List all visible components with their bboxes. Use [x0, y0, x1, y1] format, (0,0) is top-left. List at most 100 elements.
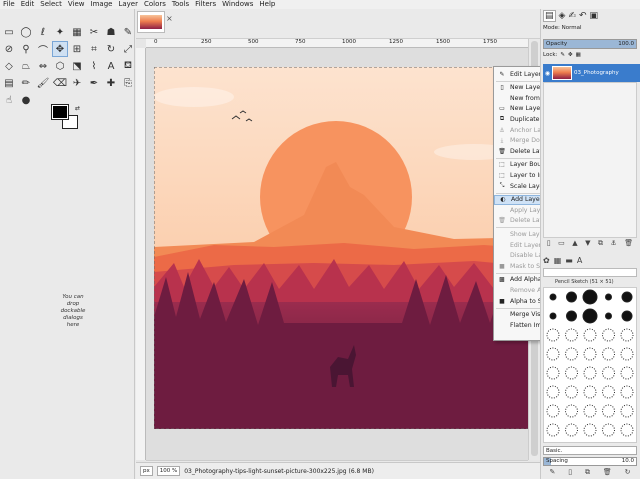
brush-thumbnail[interactable]: [546, 347, 560, 361]
duplicate-brush-icon[interactable]: ⧉: [585, 468, 590, 478]
brush-thumbnail[interactable]: [583, 328, 597, 342]
brush-thumbnail[interactable]: [602, 347, 615, 361]
new-layer-icon[interactable]: ▯: [547, 239, 551, 249]
edit-brush-icon[interactable]: ✎: [549, 468, 555, 478]
lock-position-icon[interactable]: ✥: [568, 52, 573, 58]
patterns-tab-icon[interactable]: ▦: [554, 256, 562, 265]
unified-transform-icon[interactable]: ⬔: [69, 58, 85, 74]
brush-thumbnail[interactable]: [546, 423, 560, 437]
spacing-slider[interactable]: Spacing 10.0: [543, 457, 637, 466]
brush-thumbnail[interactable]: [546, 366, 560, 380]
paths-tab-icon[interactable]: ✍: [568, 11, 576, 21]
zoom-select[interactable]: 100 %: [156, 466, 181, 476]
brush-thumbnail[interactable]: [583, 366, 597, 380]
canvas[interactable]: [146, 48, 538, 460]
align-icon[interactable]: ⊞: [69, 41, 85, 57]
heal-icon[interactable]: ✚: [103, 75, 119, 91]
brushes-tab-icon[interactable]: ✿: [543, 256, 550, 265]
brush-thumbnail[interactable]: [565, 366, 578, 380]
brush-thumbnail[interactable]: [582, 308, 598, 324]
pencil-icon[interactable]: ✏: [18, 75, 34, 91]
opacity-slider[interactable]: Opacity 100.0: [543, 39, 637, 49]
brush-thumbnail[interactable]: [620, 366, 634, 380]
mode-row[interactable]: Mode : Normal: [543, 25, 637, 31]
new-group-icon[interactable]: ▭: [558, 239, 565, 249]
menu-filters[interactable]: Filters: [195, 0, 216, 9]
fg-bg-colors[interactable]: ⇄: [51, 104, 80, 131]
brush-thumbnail[interactable]: [602, 423, 615, 437]
sunset-image[interactable]: [154, 67, 538, 429]
refresh-brushes-icon[interactable]: ↻: [625, 468, 631, 478]
dodge-burn-icon[interactable]: ●: [18, 92, 34, 108]
lower-layer-icon[interactable]: ▼: [585, 239, 590, 249]
fuzzy-select-icon[interactable]: ✦: [52, 24, 68, 40]
brush-thumbnail[interactable]: [605, 293, 612, 301]
perspective-icon[interactable]: ⏢: [18, 58, 34, 74]
layer-row[interactable]: ◉ 03_Photography: [543, 64, 640, 82]
menu-layer[interactable]: Layer: [118, 0, 138, 9]
brush-thumbnail[interactable]: [546, 385, 560, 399]
brush-thumbnail[interactable]: [583, 347, 597, 361]
lock-alpha-icon[interactable]: ▦: [576, 52, 581, 58]
brush-thumbnail[interactable]: [583, 423, 597, 437]
delete-brush-icon[interactable]: 🗑: [603, 468, 612, 478]
move-icon[interactable]: ✥: [52, 41, 68, 57]
brush-thumbnail[interactable]: [602, 366, 615, 380]
images-tab-icon[interactable]: ▣: [590, 11, 599, 21]
visibility-eye-icon[interactable]: ◉: [543, 70, 552, 77]
brush-thumbnail[interactable]: [566, 291, 577, 303]
brush-thumbnail[interactable]: [565, 328, 578, 342]
rect-select-icon[interactable]: ▭: [1, 24, 17, 40]
ellipse-select-icon[interactable]: ◯: [18, 24, 34, 40]
brush-thumbnail[interactable]: [602, 385, 615, 399]
layers-list[interactable]: [543, 82, 637, 238]
brush-thumbnail[interactable]: [620, 404, 634, 418]
brush-thumbnail[interactable]: [546, 404, 560, 418]
color-picker-icon[interactable]: ⊘: [1, 41, 17, 57]
brush-thumbnail[interactable]: [549, 312, 557, 320]
brush-thumbnail[interactable]: [583, 385, 597, 399]
anchor-layer-icon[interactable]: ⚓: [611, 239, 617, 249]
menu-edit[interactable]: Edit: [21, 0, 35, 9]
scissors-select-icon[interactable]: ✂: [86, 24, 102, 40]
zoom-icon[interactable]: ⚲: [18, 41, 34, 57]
paintbrush-icon[interactable]: 🖌: [35, 75, 51, 91]
menu-image[interactable]: Image: [91, 0, 113, 9]
brush-preset-select[interactable]: Basic.: [543, 446, 637, 455]
select-by-color-icon[interactable]: ▦: [69, 24, 85, 40]
menu-tools[interactable]: Tools: [172, 0, 189, 9]
brush-thumbnail[interactable]: [602, 328, 615, 342]
layer-name[interactable]: 03_Photography: [574, 70, 619, 76]
measure-icon[interactable]: ⌒: [35, 41, 51, 57]
image-tab[interactable]: [137, 11, 165, 33]
brush-thumbnail[interactable]: [566, 310, 577, 322]
brush-thumbnail[interactable]: [549, 293, 557, 301]
brush-thumbnail[interactable]: [620, 347, 634, 361]
brush-filter-input[interactable]: [543, 268, 637, 277]
bucket-fill-icon[interactable]: ⛾: [120, 58, 136, 74]
cage-icon[interactable]: ⬡: [52, 58, 68, 74]
brush-thumbnail[interactable]: [605, 312, 612, 320]
menu-help[interactable]: Help: [259, 0, 275, 9]
rotate-icon[interactable]: ↻: [103, 41, 119, 57]
undo-tab-icon[interactable]: ↶: [579, 11, 587, 21]
brush-thumbnail[interactable]: [565, 404, 578, 418]
gradients-tab-icon[interactable]: ▬: [565, 256, 573, 265]
menu-colors[interactable]: Colors: [144, 0, 166, 9]
warp-icon[interactable]: ⌇: [86, 58, 102, 74]
horizontal-ruler[interactable]: 025050075010001250150017502000: [146, 39, 544, 48]
foreground-select-icon[interactable]: ☗: [103, 24, 119, 40]
brush-thumbnail[interactable]: [565, 347, 578, 361]
channels-tab-icon[interactable]: ◈: [559, 11, 566, 21]
smudge-icon[interactable]: ☝: [1, 92, 17, 108]
raise-layer-icon[interactable]: ▲: [572, 239, 577, 249]
brush-thumbnail[interactable]: [621, 291, 633, 303]
close-tab-icon[interactable]: ×: [166, 14, 173, 23]
brush-thumbnail[interactable]: [620, 423, 634, 437]
crop-icon[interactable]: ⌗: [86, 41, 102, 57]
shear-icon[interactable]: ◇: [1, 58, 17, 74]
vertical-ruler[interactable]: [136, 48, 146, 460]
ink-icon[interactable]: ✒: [86, 75, 102, 91]
unit-select[interactable]: px: [140, 466, 153, 476]
clone-icon[interactable]: ⎘: [120, 75, 136, 91]
